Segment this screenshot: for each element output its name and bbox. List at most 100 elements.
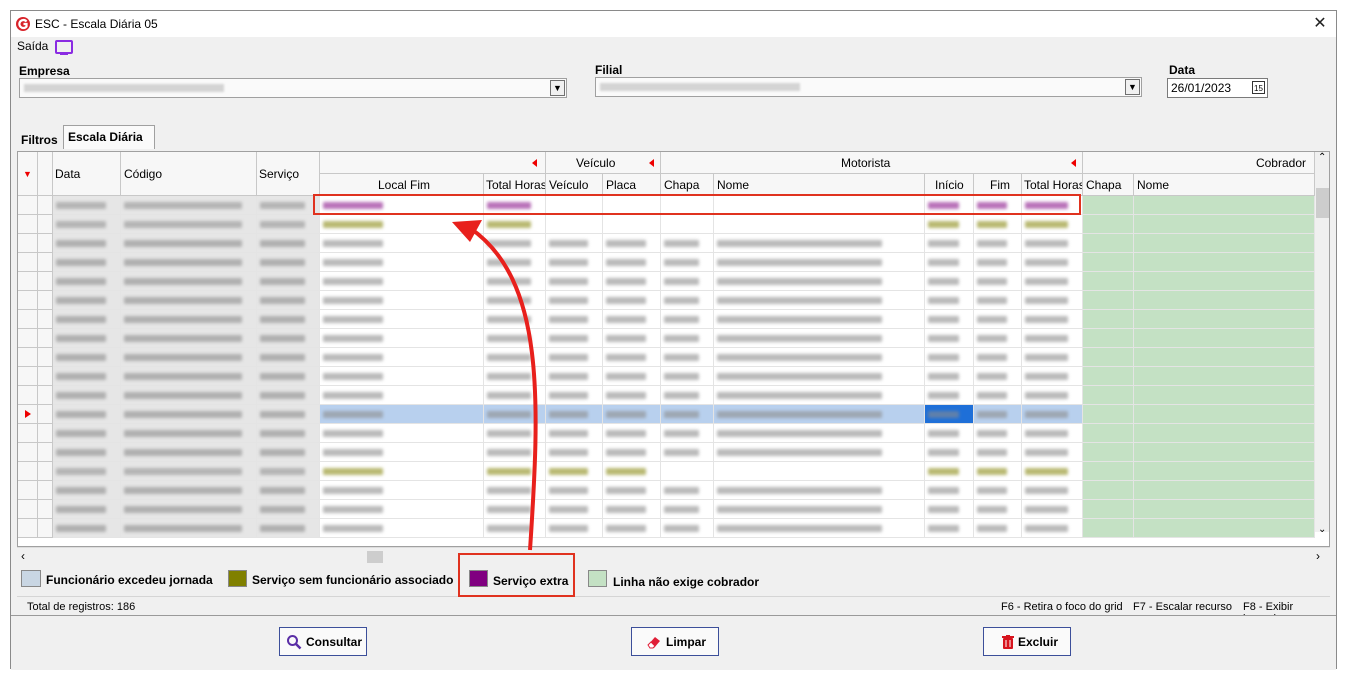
- table-cell[interactable]: [320, 386, 484, 405]
- table-cell[interactable]: [53, 519, 121, 538]
- table-cell[interactable]: [1134, 291, 1315, 310]
- col-inicio[interactable]: Início: [925, 174, 974, 196]
- table-row[interactable]: [18, 481, 1328, 500]
- table-cell[interactable]: [1083, 291, 1134, 310]
- table-cell[interactable]: [1022, 215, 1083, 234]
- table-cell[interactable]: [661, 272, 714, 291]
- table-cell[interactable]: [546, 443, 603, 462]
- table-cell[interactable]: [53, 481, 121, 500]
- table-cell[interactable]: [974, 462, 1022, 481]
- table-cell[interactable]: [661, 481, 714, 500]
- table-cell[interactable]: [714, 443, 925, 462]
- table-cell[interactable]: [661, 215, 714, 234]
- table-cell[interactable]: [546, 291, 603, 310]
- col-data[interactable]: Data: [53, 152, 121, 196]
- table-cell[interactable]: [1022, 367, 1083, 386]
- table-cell[interactable]: [714, 215, 925, 234]
- table-cell[interactable]: [925, 481, 974, 500]
- close-icon[interactable]: ✕: [1310, 14, 1330, 34]
- table-cell[interactable]: [257, 291, 320, 310]
- table-cell[interactable]: [1083, 500, 1134, 519]
- table-cell[interactable]: [974, 424, 1022, 443]
- table-cell[interactable]: [925, 500, 974, 519]
- table-cell[interactable]: [484, 348, 546, 367]
- table-cell[interactable]: [603, 234, 661, 253]
- table-cell[interactable]: [546, 215, 603, 234]
- table-cell[interactable]: [1083, 215, 1134, 234]
- table-cell[interactable]: [974, 500, 1022, 519]
- table-cell[interactable]: [974, 367, 1022, 386]
- table-cell[interactable]: [1083, 386, 1134, 405]
- table-cell[interactable]: [925, 348, 974, 367]
- table-cell[interactable]: [53, 424, 121, 443]
- table-cell[interactable]: [484, 481, 546, 500]
- table-cell[interactable]: [1134, 272, 1315, 291]
- date-field[interactable]: 26/01/2023 15: [1167, 78, 1268, 98]
- table-cell[interactable]: [661, 367, 714, 386]
- table-cell[interactable]: [661, 329, 714, 348]
- table-cell[interactable]: [1134, 196, 1315, 215]
- table-cell[interactable]: [1022, 481, 1083, 500]
- table-cell[interactable]: [1022, 462, 1083, 481]
- table-cell[interactable]: [546, 405, 603, 424]
- table-cell[interactable]: [603, 310, 661, 329]
- table-cell[interactable]: [484, 424, 546, 443]
- table-cell[interactable]: [1083, 310, 1134, 329]
- table-cell[interactable]: [661, 519, 714, 538]
- table-cell[interactable]: [1134, 234, 1315, 253]
- table-cell[interactable]: [121, 310, 257, 329]
- table-cell[interactable]: [53, 386, 121, 405]
- table-cell[interactable]: [1022, 424, 1083, 443]
- table-row[interactable]: [18, 519, 1328, 538]
- table-cell[interactable]: [1134, 500, 1315, 519]
- table-cell[interactable]: [661, 348, 714, 367]
- table-cell[interactable]: [1134, 329, 1315, 348]
- table-cell[interactable]: [1134, 367, 1315, 386]
- table-cell[interactable]: [53, 291, 121, 310]
- table-cell[interactable]: [121, 367, 257, 386]
- table-cell[interactable]: [53, 500, 121, 519]
- table-cell[interactable]: [257, 329, 320, 348]
- horizontal-scrollbar[interactable]: ‹ ›: [17, 547, 1330, 564]
- table-cell[interactable]: [714, 462, 925, 481]
- table-cell[interactable]: [53, 443, 121, 462]
- table-cell[interactable]: [484, 405, 546, 424]
- table-cell[interactable]: [484, 234, 546, 253]
- table-cell[interactable]: [714, 253, 925, 272]
- sort-down-icon[interactable]: ▼: [23, 169, 32, 179]
- table-cell[interactable]: [1022, 443, 1083, 462]
- table-cell[interactable]: [320, 234, 484, 253]
- table-cell[interactable]: [925, 272, 974, 291]
- table-cell[interactable]: [320, 462, 484, 481]
- consultar-button[interactable]: Consultar: [279, 627, 367, 656]
- table-row[interactable]: [18, 310, 1328, 329]
- table-cell[interactable]: [484, 253, 546, 272]
- table-cell[interactable]: [1134, 481, 1315, 500]
- table-cell[interactable]: [484, 519, 546, 538]
- col-local-fim[interactable]: Local Fim: [320, 174, 484, 196]
- table-row[interactable]: [18, 329, 1328, 348]
- col-nome[interactable]: Nome: [714, 174, 925, 196]
- table-cell[interactable]: [121, 329, 257, 348]
- table-cell[interactable]: [484, 462, 546, 481]
- table-cell[interactable]: [1022, 386, 1083, 405]
- table-cell[interactable]: [53, 310, 121, 329]
- table-cell[interactable]: [925, 443, 974, 462]
- table-cell[interactable]: [546, 234, 603, 253]
- table-cell[interactable]: [974, 291, 1022, 310]
- table-cell[interactable]: [320, 481, 484, 500]
- table-cell[interactable]: [974, 329, 1022, 348]
- table-cell[interactable]: [1022, 234, 1083, 253]
- table-cell[interactable]: [925, 386, 974, 405]
- table-cell[interactable]: [53, 462, 121, 481]
- table-cell[interactable]: [714, 291, 925, 310]
- table-cell[interactable]: [974, 443, 1022, 462]
- table-cell[interactable]: [661, 234, 714, 253]
- table-cell[interactable]: [925, 519, 974, 538]
- table-cell[interactable]: [925, 291, 974, 310]
- table-cell[interactable]: [320, 443, 484, 462]
- table-cell[interactable]: [1134, 215, 1315, 234]
- table-cell[interactable]: [320, 329, 484, 348]
- table-row[interactable]: [18, 367, 1328, 386]
- table-cell[interactable]: [603, 424, 661, 443]
